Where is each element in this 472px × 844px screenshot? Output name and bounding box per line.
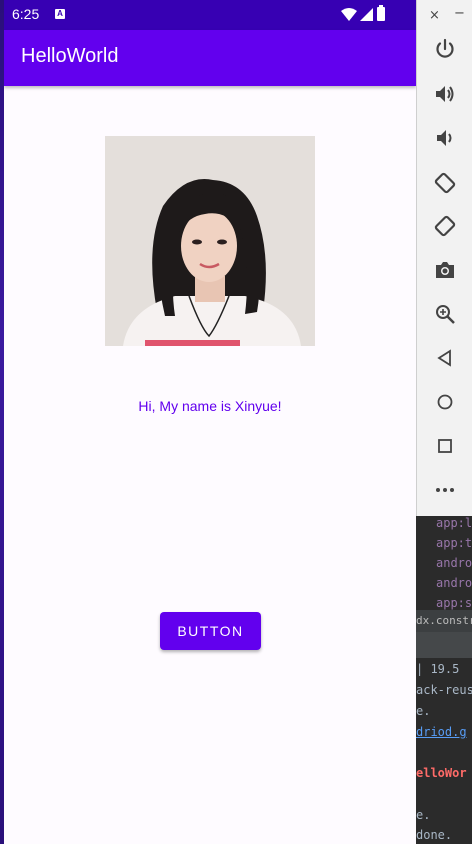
minimize-icon[interactable]: −	[454, 6, 465, 21]
app-title: HelloWorld	[21, 45, 119, 67]
ide-panel-header	[416, 632, 472, 658]
close-icon[interactable]: ×	[429, 8, 440, 23]
rotate-right-icon[interactable]	[433, 214, 457, 238]
main-button[interactable]: BUTTON	[160, 612, 261, 650]
app-bar: HelloWorld	[4, 30, 416, 86]
overview-icon[interactable]	[433, 434, 457, 458]
battery-icon	[377, 5, 385, 21]
ide-editor-fragment: app:l app:t andro andro app:s dx.constra…	[416, 516, 472, 844]
profile-photo	[105, 136, 315, 346]
power-icon[interactable]	[433, 37, 457, 61]
ide-log-line: e.	[416, 808, 431, 822]
wifi-icon	[341, 8, 357, 21]
ide-code-line: andro	[436, 576, 472, 590]
ide-log-line: done.	[416, 828, 453, 842]
zoom-icon[interactable]	[433, 302, 457, 326]
ide-code-line: app:t	[436, 536, 472, 550]
emulator-toolbar: × −	[416, 0, 472, 516]
status-bar: 6:25 A	[4, 0, 416, 30]
portrait-image	[105, 136, 315, 346]
status-time: 6:25	[12, 6, 40, 22]
rotate-left-icon[interactable]	[433, 171, 457, 195]
ide-breadcrumb-bar: dx.constrai	[416, 610, 472, 632]
ide-code-line: app:l	[436, 516, 472, 530]
ide-log-line: ack-reus	[416, 683, 472, 697]
back-icon[interactable]	[433, 346, 457, 370]
more-icon[interactable]	[433, 478, 457, 502]
ide-log-line: | 19.5	[416, 662, 460, 676]
ide-log-error: elloWor	[416, 766, 467, 780]
notification-a-icon: A	[55, 9, 65, 19]
volume-down-icon[interactable]	[433, 126, 457, 150]
signal-icon	[360, 8, 373, 21]
ide-code-line: app:s	[436, 596, 472, 610]
ide-log-line: e.	[416, 704, 431, 718]
ide-breadcrumb[interactable]: dx.constrai	[416, 614, 472, 627]
ide-code-line: andro	[436, 556, 472, 570]
ide-log-link[interactable]: driod.g	[416, 725, 467, 739]
volume-up-icon[interactable]	[433, 82, 457, 106]
camera-icon[interactable]	[433, 258, 457, 282]
phone-screen: 6:25 A HelloWorld Hi, My name is Xinyue!…	[4, 0, 416, 844]
home-icon[interactable]	[433, 390, 457, 414]
greeting-text: Hi, My name is Xinyue!	[138, 398, 282, 414]
